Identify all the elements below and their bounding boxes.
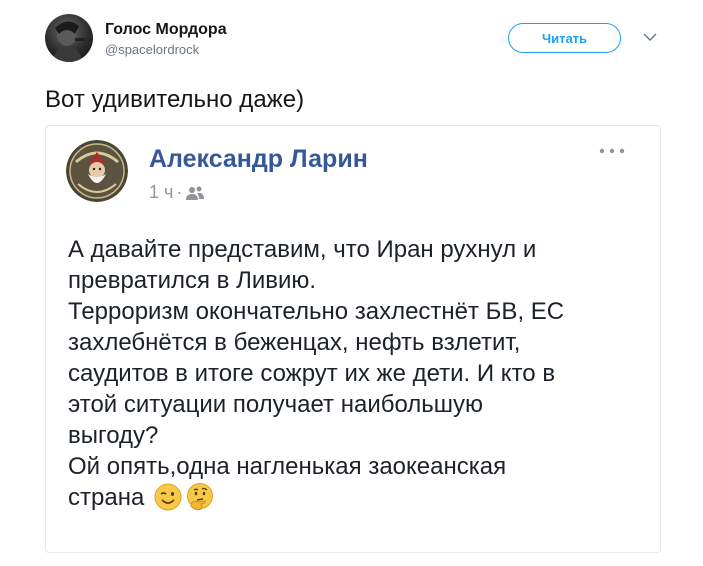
thinking-emoji-icon	[186, 483, 213, 511]
post-last-line: страна	[68, 482, 653, 513]
ellipsis-icon[interactable]	[598, 146, 626, 156]
author-names[interactable]: Голос Мордора @spacelordrock	[105, 20, 227, 59]
post-line: этой ситуации получает наибольшую	[68, 391, 484, 418]
author-display-name[interactable]: Голос Мордора	[105, 20, 227, 40]
author-avatar[interactable]	[45, 14, 93, 62]
post-line: захлебнётся в беженцах, нефть взлетит,	[68, 329, 521, 356]
embedded-author-name[interactable]: Александр Ларин	[149, 144, 368, 174]
friends-icon[interactable]	[185, 185, 205, 201]
author-screen-name[interactable]: @spacelordrock	[105, 41, 227, 59]
post-line-text: страна	[68, 484, 145, 511]
post-time[interactable]: 1 ч	[149, 182, 173, 202]
follow-button[interactable]: Читать	[508, 23, 621, 53]
post-line: Терроризм окончательно захлестнёт БВ, ЕС	[68, 298, 565, 325]
embedded-post-card[interactable]: Александр Ларин 1 ч · А давайте представи…	[45, 125, 661, 553]
post-line: саудитов в итоге сожрут их же дети. И кт…	[68, 360, 556, 387]
post-line: А давайте представим, что Иран рухнул и	[68, 236, 537, 263]
tweet: Голос Мордора @spacelordrock Читать Вот …	[0, 0, 703, 566]
post-line: выгоду?	[68, 422, 159, 449]
embedded-author-avatar[interactable]	[66, 140, 128, 202]
embedded-post-meta: 1 ч ·	[149, 181, 205, 203]
meta-separator: ·	[176, 182, 183, 202]
post-line: превратился в Ливию.	[68, 267, 317, 294]
embedded-post-body: А давайте представим, что Иран рухнул и …	[68, 234, 653, 513]
chevron-down-icon[interactable]	[643, 32, 657, 42]
tweet-header: Голос Мордора @spacelordrock Читать	[45, 14, 685, 62]
post-line: Ой опять,одна нагленькая заокеанская	[68, 453, 507, 480]
tweet-text: Вот удивительно даже)	[45, 86, 305, 113]
wink-emoji-icon	[154, 483, 182, 511]
